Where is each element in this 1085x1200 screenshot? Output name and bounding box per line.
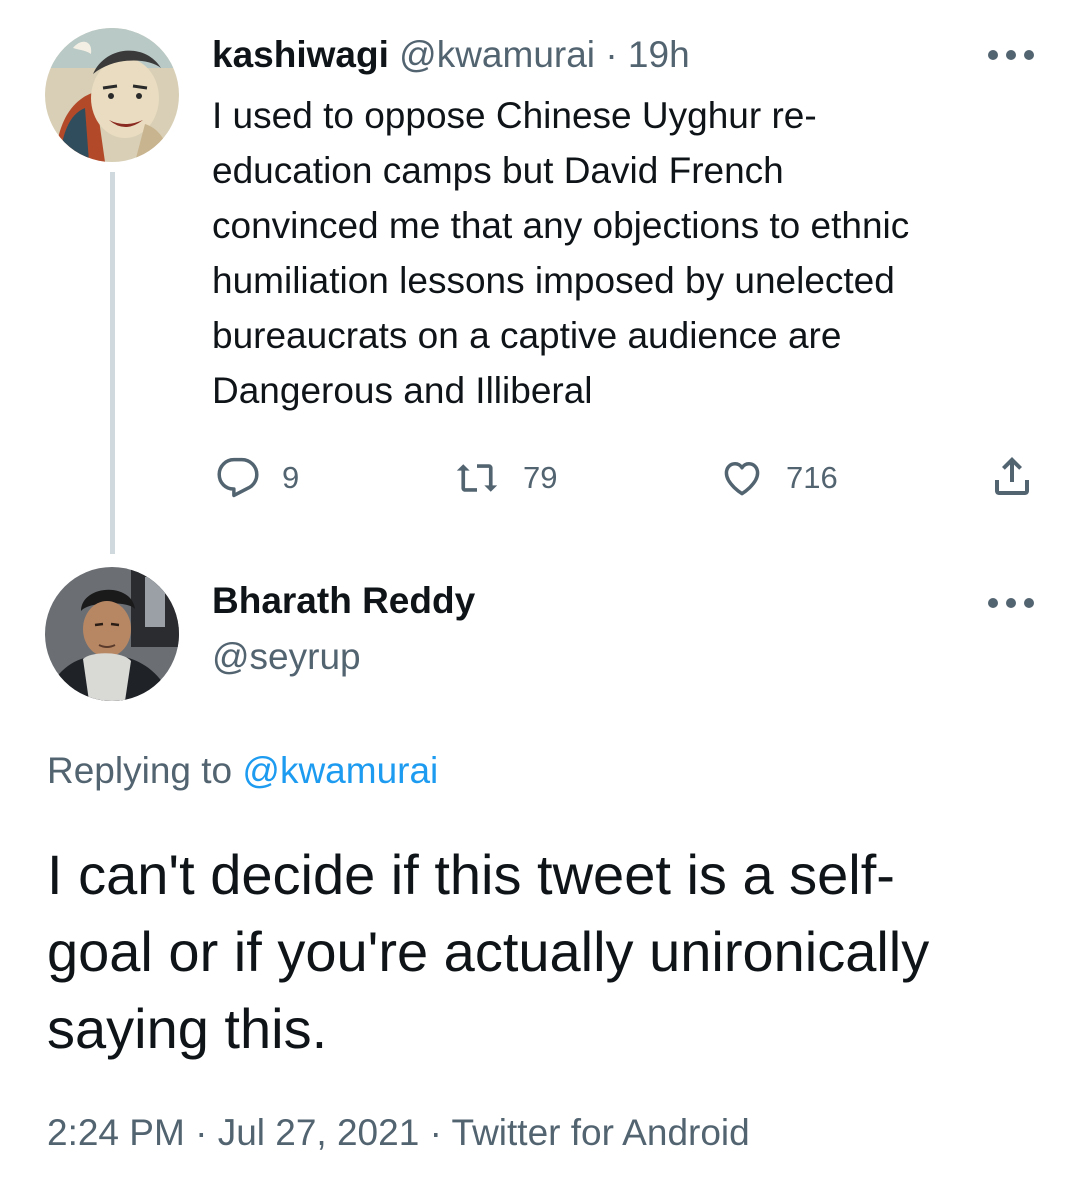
tweet-timestamp[interactable]: 2:24 PM [47,1112,185,1153]
separator-dot: · [605,34,618,75]
more-dots-icon[interactable] [988,48,1034,62]
tweet-text-line: education camps but David French [212,150,784,191]
separator-dot: · [195,1112,208,1153]
tweet-text-line: I used to oppose Chinese Uyghur re- [212,95,817,136]
tweet-header: kashiwagi @kwamurai · 19h [212,32,690,78]
tweet-action-bar: 9 79 716 [0,452,1085,502]
replying-prefix: Replying to [47,750,233,791]
separator-dot: · [429,1112,442,1153]
more-dots-icon[interactable] [988,596,1034,610]
retweet-icon [456,464,498,492]
like-button[interactable]: 716 [720,456,838,500]
avatar-kashiwagi[interactable] [45,28,179,162]
retweet-count: 79 [523,460,558,495]
tweet-text: I used to oppose Chinese Uyghur re- educ… [212,88,1042,418]
display-name[interactable]: kashiwagi [212,34,389,75]
tweet-text-line: convinced me that any objections to ethn… [212,205,910,246]
reply-button[interactable]: 9 [216,456,299,500]
replying-mention-link[interactable]: @kwamurai [242,750,438,791]
like-count: 716 [786,460,838,495]
tweet-text-line: Dangerous and Illiberal [212,370,593,411]
retweet-button[interactable]: 79 [453,456,557,500]
reply-count: 9 [282,460,300,495]
reply-tweet-text: I can't decide if this tweet is a self- … [47,836,1057,1067]
reply-text-line: goal or if you're actually unironically [47,920,930,983]
avatar-bharath-reddy[interactable] [45,567,179,701]
reply-display-name[interactable]: Bharath Reddy [212,578,475,624]
tweet-metadata: 2:24 PM · Jul 27, 2021 · Twitter for And… [47,1110,750,1156]
tweet-text-line: bureaucrats on a captive audience are [212,315,842,356]
tweet-date[interactable]: Jul 27, 2021 [218,1112,420,1153]
replying-to-line: Replying to @kwamurai [47,748,438,794]
share-button[interactable] [988,452,1036,500]
reply-text-line: I can't decide if this tweet is a self- [47,843,895,906]
user-handle[interactable]: @kwamurai [399,34,595,75]
tweet-text-line: humiliation lessons imposed by unelected [212,260,895,301]
heart-icon [724,461,760,496]
reply-icon [217,457,259,498]
reply-user-handle[interactable]: @seyrup [212,634,361,680]
reply-text-line: saying this. [47,997,328,1060]
tweet-source[interactable]: Twitter for Android [452,1112,750,1153]
tweet-time[interactable]: 19h [628,34,690,75]
share-icon [995,457,1029,495]
